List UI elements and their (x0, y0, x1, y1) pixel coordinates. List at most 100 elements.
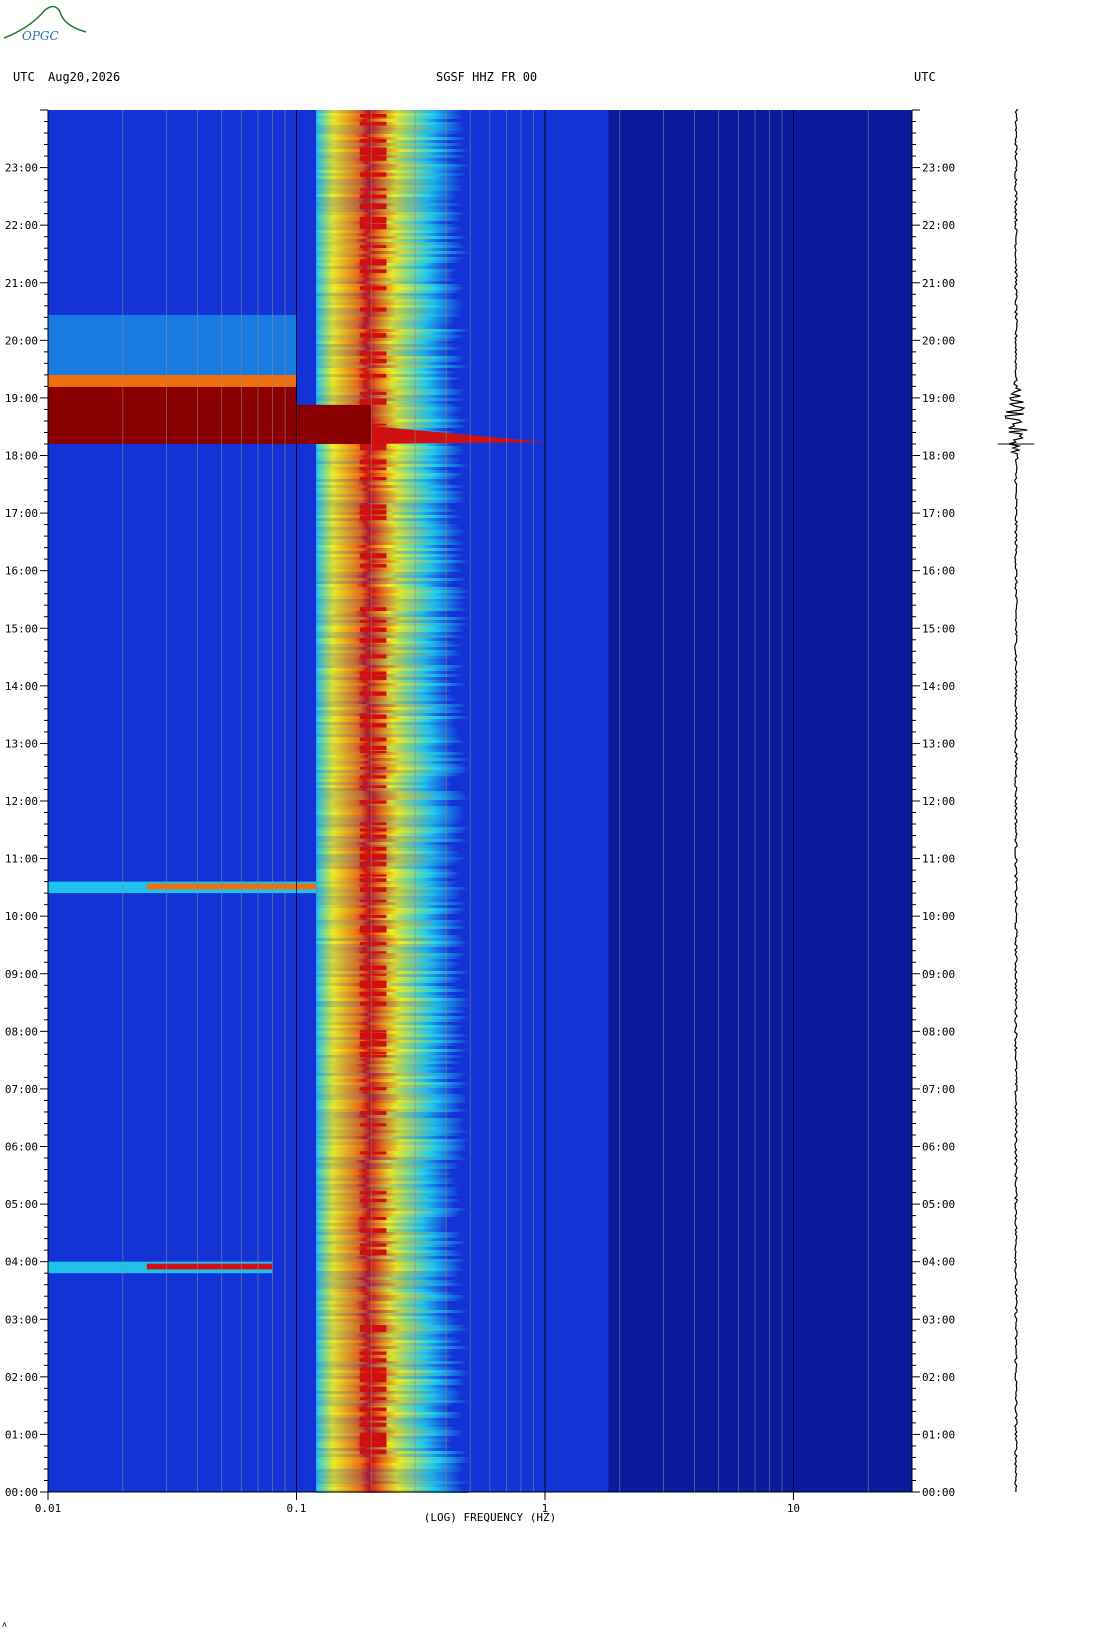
microseism-strip (316, 254, 452, 257)
band-hotspot (359, 113, 387, 118)
microseism-strip (316, 602, 466, 605)
band-hotspot (359, 745, 387, 750)
y-tick-label-left: 04:00 (5, 1256, 38, 1269)
microseism-strip (316, 218, 462, 221)
event-onset (48, 374, 297, 387)
microseism-strip (316, 377, 461, 380)
band-hotspot (359, 1033, 387, 1037)
microseism-strip (316, 644, 463, 647)
microseism-strip (316, 1325, 467, 1328)
band-hotspot (359, 1358, 387, 1362)
microseism-strip (316, 386, 454, 389)
microseism-strip (316, 1316, 454, 1319)
microseism-strip (316, 1334, 451, 1337)
microseism-strip (316, 584, 450, 587)
microseism-strip (316, 476, 460, 479)
microseism-strip (316, 365, 469, 368)
microseism-strip (316, 869, 455, 872)
y-tick-label-left: 00:00 (5, 1486, 38, 1499)
microseism-strip (316, 614, 450, 617)
microseism-strip (316, 536, 455, 539)
microseism-strip (316, 1106, 460, 1109)
microseism-strip (316, 1037, 460, 1040)
microseism-strip (316, 449, 466, 452)
microseism-strip (316, 548, 466, 551)
band-hotspot (359, 564, 387, 568)
band-hotspot (359, 373, 387, 378)
band-hotspot (359, 1243, 387, 1247)
microseism-strip (316, 569, 464, 572)
microseism-strip (316, 203, 463, 206)
microseism-strip (316, 497, 467, 500)
microseism-strip (316, 452, 463, 455)
microseism-strip (316, 539, 461, 542)
microseism-strip (316, 653, 463, 656)
microseism-strip (316, 1118, 466, 1121)
microseism-strip (316, 1178, 457, 1181)
band-hotspot (359, 172, 387, 177)
microseism-strip (316, 905, 452, 908)
y-tick-label-left: 03:00 (5, 1313, 38, 1326)
microseism-strip (316, 266, 450, 269)
microseism-strip (316, 707, 460, 710)
y-tick-label-left: 09:00 (5, 968, 38, 981)
band-hotspot (359, 874, 387, 877)
microseism-strip (316, 515, 462, 518)
microseism-strip (316, 1472, 459, 1475)
microseism-strip (316, 938, 465, 941)
microseism-strip (316, 806, 464, 809)
y-tick-label-left: 10:00 (5, 910, 38, 923)
microseism-strip (316, 290, 461, 293)
microseism-strip (316, 314, 463, 317)
microseism-strip (316, 1346, 470, 1349)
band-hotspot (359, 1216, 387, 1220)
microseism-strip (316, 1388, 458, 1391)
microseism-strip (316, 1238, 452, 1241)
microseism-strip (316, 587, 466, 590)
microseism-strip (316, 1400, 469, 1403)
microseism-strip (316, 1058, 454, 1061)
microseism-strip (316, 371, 456, 374)
microseism-strip (316, 710, 466, 713)
microseism-strip (316, 1166, 460, 1169)
band-hotspot (359, 121, 387, 126)
band-hotspot (359, 800, 387, 804)
microseism-strip (316, 1214, 460, 1217)
microseism-strip (316, 488, 455, 491)
microseism-strip (316, 773, 461, 776)
microseism-strip (316, 446, 464, 449)
microseism-strip (316, 893, 462, 896)
microseism-strip (316, 698, 457, 701)
microseism-strip (316, 1154, 463, 1157)
y-tick-label-left: 18:00 (5, 450, 38, 463)
band-hotspot (359, 188, 387, 191)
microseism-strip (316, 908, 466, 911)
x-tick-label: 0.1 (287, 1502, 307, 1515)
microseism-strip (316, 896, 460, 899)
microseism-strip (316, 194, 457, 197)
event-core-mid (296, 404, 372, 444)
microseism-strip (316, 842, 448, 845)
band-hotspot (359, 723, 387, 728)
microseism-strip (316, 740, 465, 743)
microseism-strip (316, 242, 463, 245)
y-tick-label-left: 06:00 (5, 1141, 38, 1154)
y-tick-label-right: 21:00 (922, 277, 955, 290)
band-hotspot (359, 1416, 387, 1421)
microseism-strip (316, 1121, 464, 1124)
band-hotspot (359, 1397, 387, 1401)
microseism-strip (316, 110, 463, 113)
band-hotspot (359, 156, 387, 161)
band-hotspot (359, 286, 387, 291)
microseism-strip (316, 1391, 463, 1394)
band-hotspot (359, 1035, 387, 1040)
microseism-strip (316, 1313, 449, 1316)
band-hotspot (359, 399, 387, 405)
y-tick-label-left: 02:00 (5, 1371, 38, 1384)
band-hotspot (359, 607, 387, 612)
band-hotspot (359, 899, 387, 903)
microseism-strip (316, 1193, 460, 1196)
microseism-strip (316, 1274, 460, 1277)
y-tick-label-right: 05:00 (922, 1198, 955, 1211)
microseism-strip (316, 389, 464, 392)
